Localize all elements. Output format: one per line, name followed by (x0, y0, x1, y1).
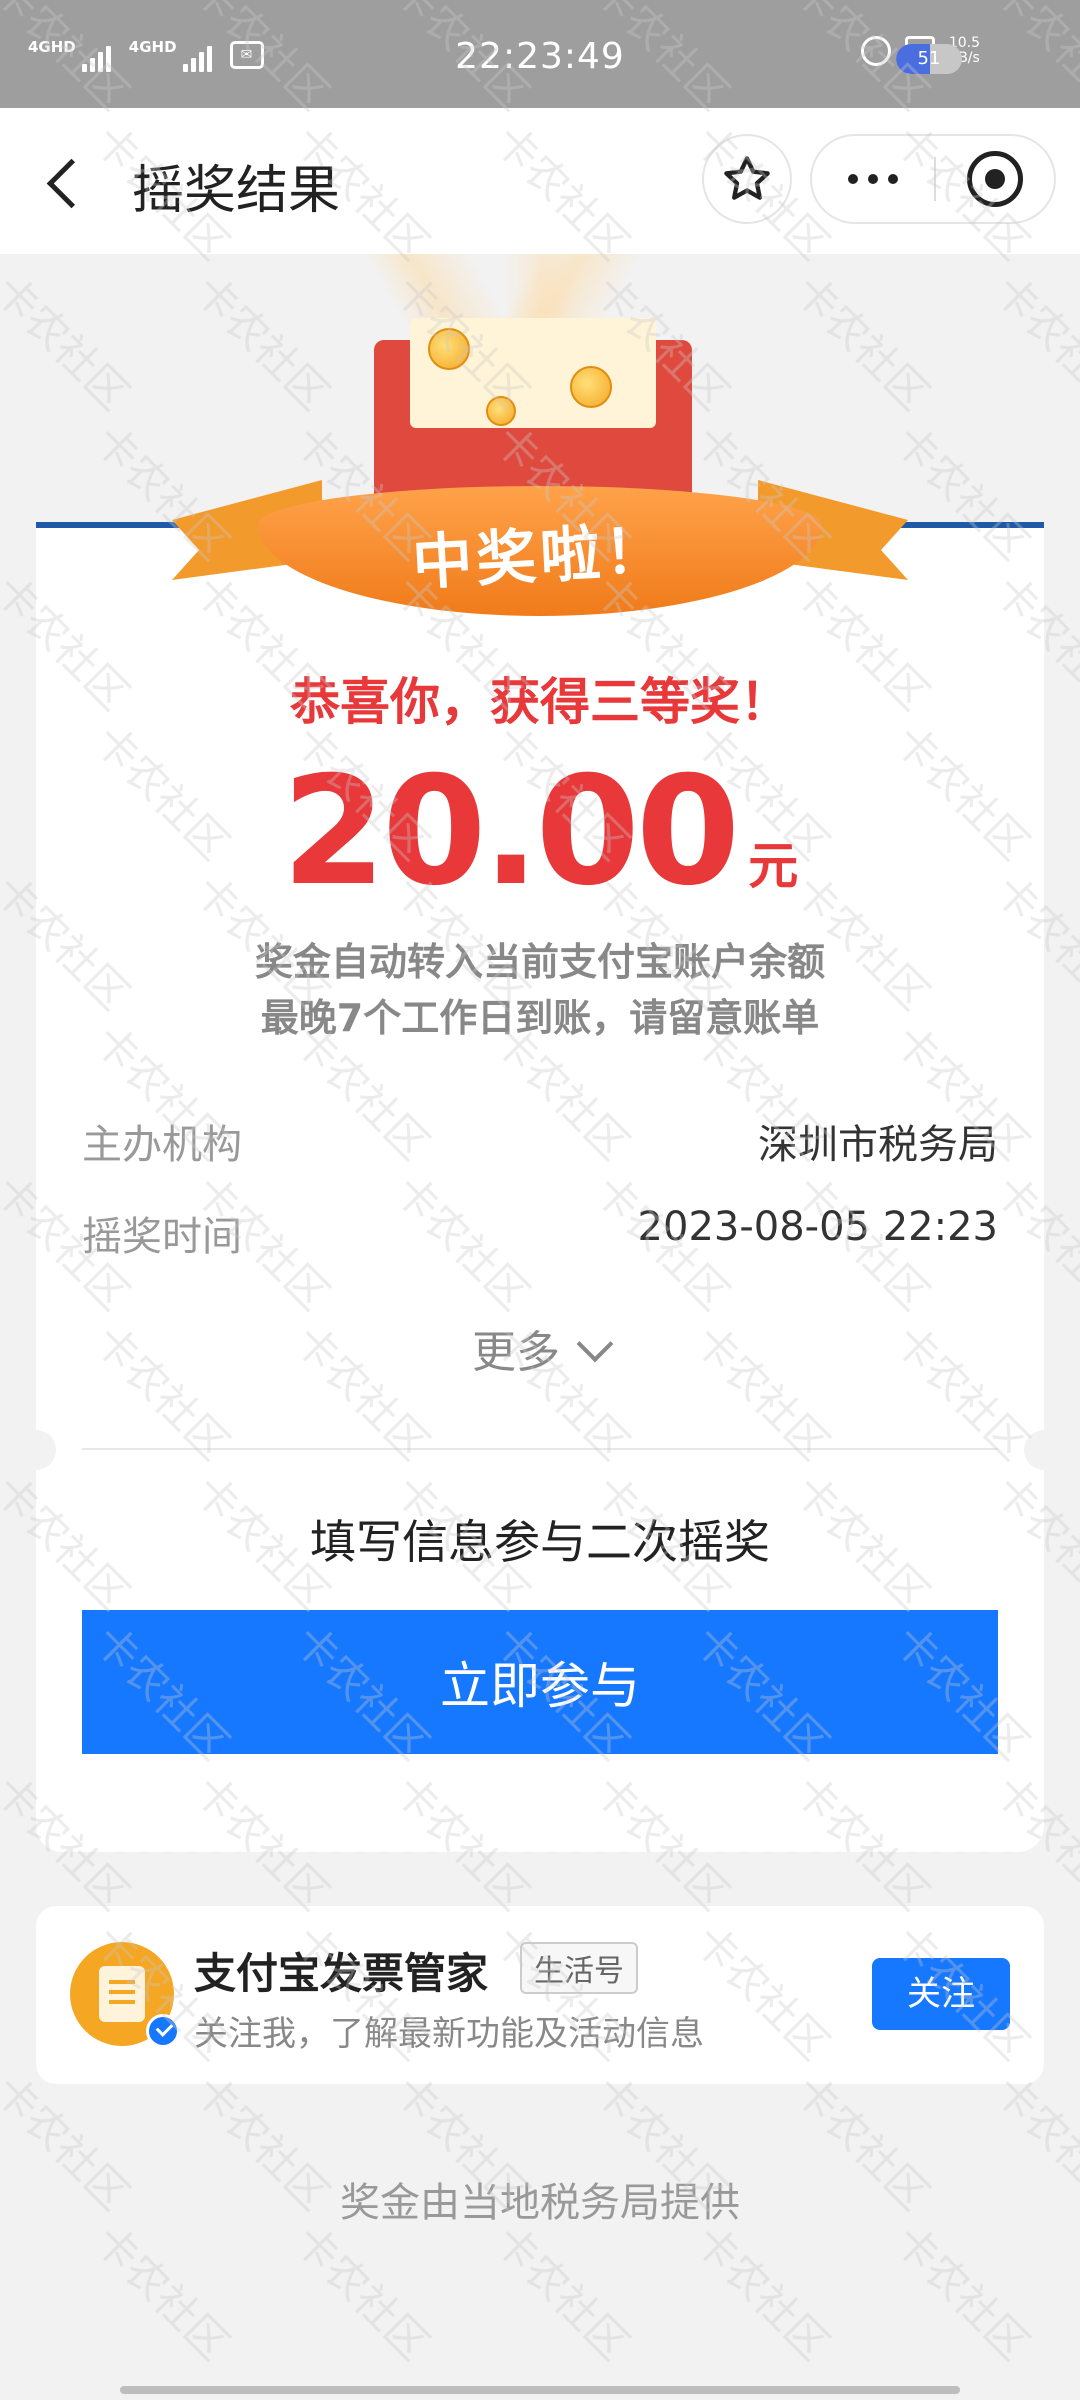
ribbon-text: 中奖啦！ (410, 514, 670, 599)
coin-icon (428, 328, 470, 370)
footer-note: 奖金由当地税务局提供 (340, 2180, 740, 2226)
prize-amount-value: 20.00 (281, 745, 740, 919)
notice-line: 最晚7个工作日到账，请留意账单 (260, 996, 820, 1040)
mini-program-capsule (810, 134, 1056, 224)
card-notch (1024, 1430, 1064, 1470)
close-circle-icon[interactable] (936, 136, 1054, 222)
favorite-button[interactable] (702, 134, 792, 224)
follow-button[interactable]: 关注 (872, 1958, 1010, 2030)
detail-value: 2023-08-05 22:23 (637, 1204, 998, 1250)
account-name: 支付宝发票管家 (194, 1949, 489, 1998)
battery-icon: 51 (896, 44, 962, 74)
join-now-button[interactable]: 立即参与 (82, 1610, 998, 1754)
status-bar: 4GHD 4GHD ✉ 22:23:49 10.5 KB/s 51 (0, 0, 1080, 108)
more-dots-icon[interactable] (812, 136, 934, 222)
second-draw-title: 填写信息参与二次摇奖 (310, 1515, 770, 1569)
account-tag: 生活号 (520, 1942, 638, 1994)
congrats-text: 恭喜你，获得三等奖！ (290, 673, 790, 731)
watermark-text: 卡农社区 (685, 2215, 839, 2370)
battery-level: 51 (917, 48, 941, 69)
star-icon (724, 156, 770, 200)
detail-value: 深圳市税务局 (758, 1122, 998, 1168)
page-title: 摇奖结果 (132, 161, 341, 221)
coin-icon (570, 366, 612, 408)
detail-key: 主办机构 (82, 1122, 242, 1168)
card-scallop-edge (36, 1844, 1044, 1860)
alarm-icon (860, 36, 891, 66)
watermark-text: 卡农社区 (285, 2215, 439, 2370)
detail-row-organizer: 主办机构 深圳市税务局 (82, 1112, 998, 1170)
notice-line: 奖金自动转入当前支付宝账户余额 (254, 940, 825, 984)
watermark-text: 卡农社区 (485, 2215, 639, 2370)
more-toggle[interactable]: 更多 (0, 1316, 1080, 1380)
coin-icon (486, 396, 516, 426)
more-label: 更多 (472, 1327, 560, 1378)
chevron-down-icon (576, 1325, 614, 1363)
invoice-icon (99, 1966, 145, 2022)
account-desc: 关注我，了解最新功能及活动信息 (194, 2014, 704, 2054)
home-indicator[interactable] (120, 2386, 960, 2394)
payout-notice: 奖金自动转入当前支付宝账户余额 最晚7个工作日到账，请留意账单 (0, 934, 1080, 1046)
prize-amount-unit: 元 (748, 837, 799, 895)
detail-key: 摇奖时间 (82, 1214, 242, 1260)
verified-icon (146, 2014, 180, 2048)
back-arrow-icon[interactable] (40, 146, 88, 216)
prize-amount: 20.00 元 (0, 745, 1080, 919)
life-account-card[interactable]: 支付宝发票管家 生活号 关注我，了解最新功能及活动信息 关注 (36, 1906, 1044, 2084)
detail-row-time: 摇奖时间 2023-08-05 22:23 (82, 1204, 998, 1262)
card-notch (16, 1430, 56, 1470)
watermark-text: 卡农社区 (85, 2215, 239, 2370)
card-divider (82, 1448, 998, 1450)
nav-bar: 摇奖结果 (0, 108, 1080, 254)
watermark-text: 卡农社区 (885, 2215, 1039, 2370)
